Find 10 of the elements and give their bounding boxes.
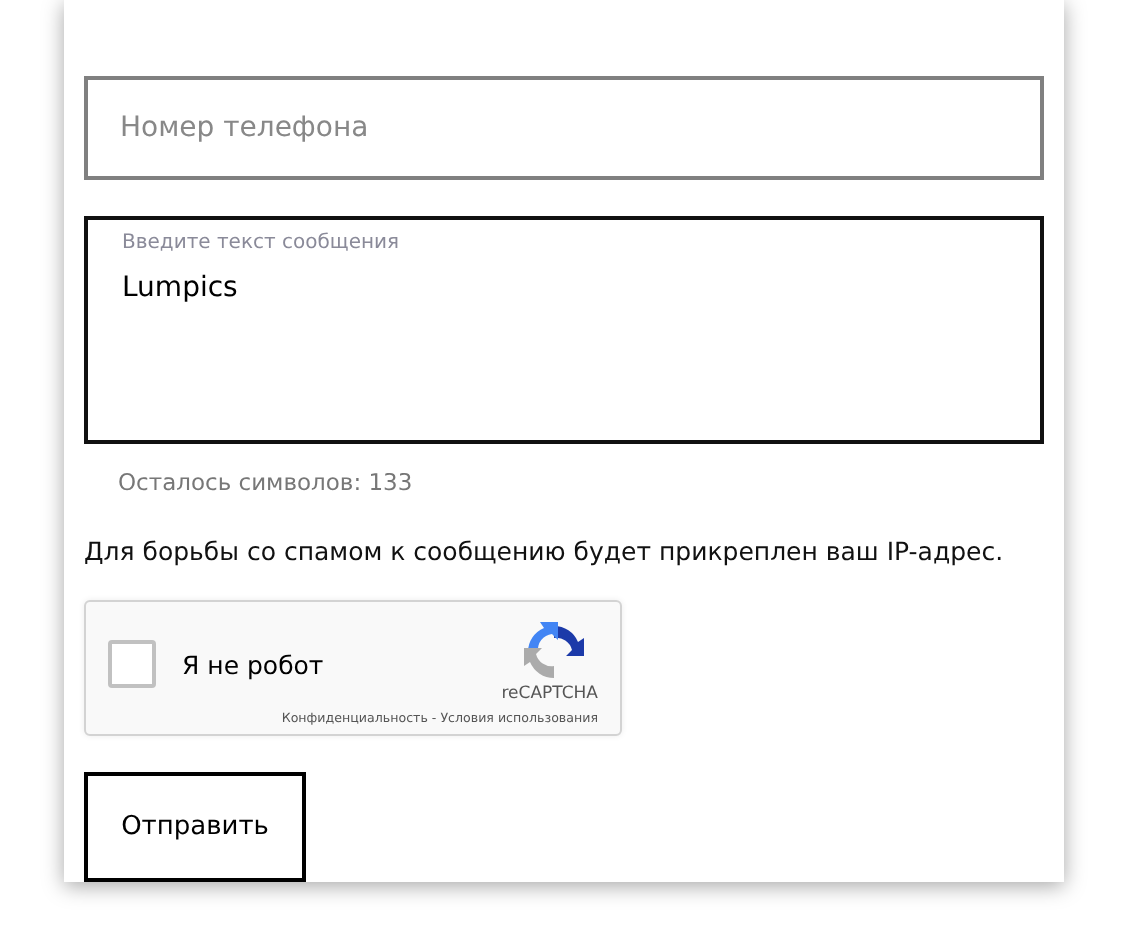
submit-button[interactable]: Отправить xyxy=(84,772,306,882)
field-value: Lumpics xyxy=(122,271,240,304)
captcha-checkbox[interactable] xyxy=(108,640,156,689)
spam-notice: Для борьбы со спамом к сообщению будет прикреплен ваш IP-адрес. xyxy=(84,536,1004,567)
captcha-brand: reCAPTCHA xyxy=(501,684,598,705)
message-field[interactable]: Введите текст сообщения Lumpics xyxy=(84,215,1044,445)
phone-field[interactable]: Номер телефона xyxy=(84,76,1044,180)
char-counter: Осталось символов: 133 xyxy=(118,468,413,497)
field-label: Введите текст сообщения xyxy=(122,231,402,254)
captcha-label: Я не робот xyxy=(182,650,324,681)
